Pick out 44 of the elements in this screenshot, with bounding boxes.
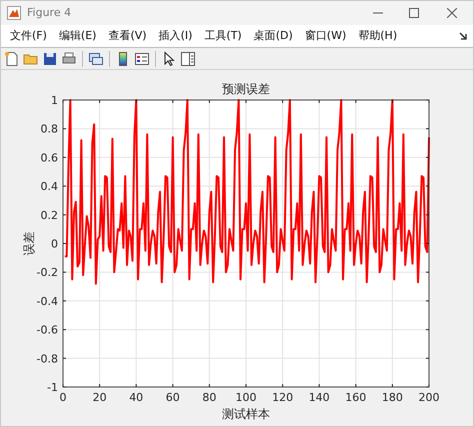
tick-label: 180 bbox=[382, 391, 403, 404]
menu-item[interactable]: 桌面(D) bbox=[248, 28, 298, 44]
printer-icon[interactable] bbox=[61, 50, 77, 66]
tick-label: 0.4 bbox=[40, 180, 58, 194]
tick-label: 160 bbox=[345, 391, 366, 404]
linked-windows-icon[interactable] bbox=[88, 50, 104, 66]
tick-label: -0.8 bbox=[36, 352, 58, 366]
dock-arrow-icon[interactable] bbox=[459, 32, 467, 40]
tick-label: -0.2 bbox=[36, 266, 58, 280]
tick-label: 0.2 bbox=[40, 208, 58, 222]
tick-label: 40 bbox=[129, 391, 144, 404]
tick-label: 0.6 bbox=[40, 151, 58, 164]
tick-label: 0.8 bbox=[40, 122, 58, 136]
menu-item[interactable]: 帮助(H) bbox=[353, 28, 402, 44]
tick-label: -0.6 bbox=[36, 324, 58, 337]
panel-icon[interactable] bbox=[180, 50, 196, 66]
tick-label: 20 bbox=[92, 391, 107, 404]
new-file-icon[interactable] bbox=[4, 50, 20, 66]
app-icon bbox=[7, 6, 21, 20]
tick-label: 0 bbox=[51, 238, 58, 250]
floppy-icon[interactable] bbox=[42, 50, 58, 66]
menu-item[interactable]: 插入(I) bbox=[154, 28, 198, 44]
x-axis-label: 测试样本 bbox=[222, 407, 270, 421]
chart-title: 预测误差 bbox=[222, 82, 270, 96]
menu-item[interactable]: 文件(F) bbox=[5, 28, 52, 44]
menu-item[interactable]: 编辑(E) bbox=[54, 28, 102, 44]
menu-item[interactable]: 工具(T) bbox=[199, 28, 247, 44]
tick-label: 80 bbox=[202, 391, 216, 404]
tick-label: -0.4 bbox=[36, 294, 58, 308]
tick-label: 140 bbox=[308, 391, 330, 404]
tick-label: -1 bbox=[47, 381, 58, 394]
menu-item[interactable]: 窗口(W) bbox=[300, 28, 352, 44]
menu-item[interactable]: 查看(V) bbox=[103, 28, 152, 44]
legend-icon[interactable] bbox=[134, 50, 150, 66]
close-icon[interactable] bbox=[447, 8, 457, 18]
tick-label: 100 bbox=[236, 391, 256, 404]
tick-label: 0 bbox=[60, 391, 66, 404]
maximize-icon[interactable] bbox=[409, 8, 419, 18]
tick-label: 200 bbox=[418, 391, 440, 404]
y-axis-label: 误差 bbox=[22, 232, 36, 256]
tick-label: 60 bbox=[166, 391, 180, 404]
window-title: Figure 4 bbox=[27, 4, 72, 21]
tick-label: 1 bbox=[51, 94, 58, 107]
tick-label: 120 bbox=[272, 391, 294, 404]
